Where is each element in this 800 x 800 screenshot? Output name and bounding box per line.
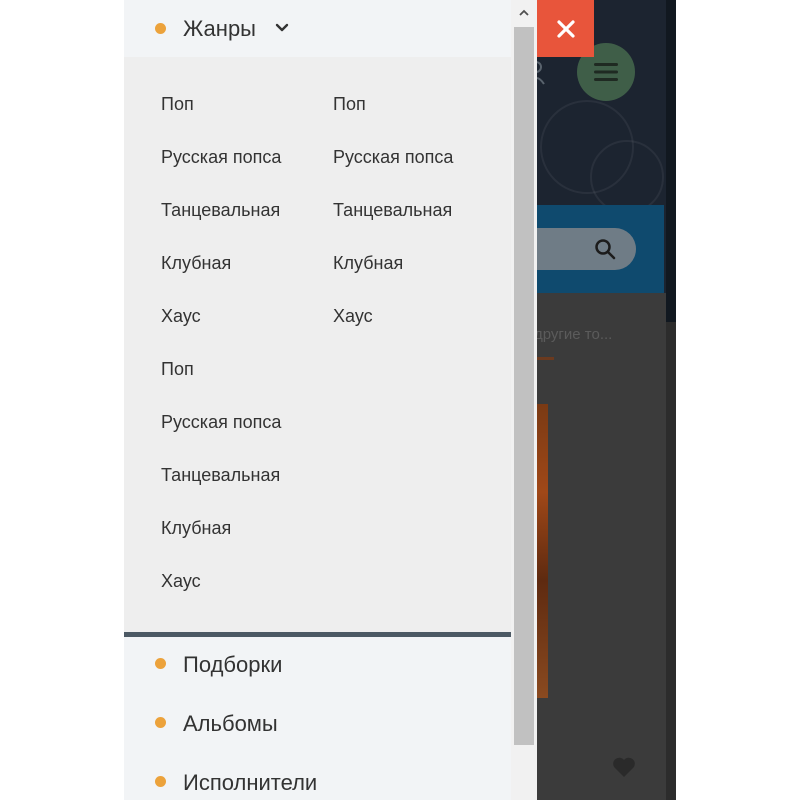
bullet-dot-icon [155, 23, 166, 34]
scroll-up-button[interactable] [511, 0, 537, 24]
menu-item-label: Исполнители [183, 770, 318, 795]
background-faded-text: другие то... [534, 326, 613, 343]
genre-link[interactable]: Хаус [333, 290, 503, 343]
menu-item-albums[interactable]: Альбомы [124, 697, 511, 755]
menu-sections: Подборки Альбомы Исполнители [124, 637, 511, 800]
genre-link[interactable]: Хаус [161, 555, 331, 608]
heart-icon[interactable] [612, 756, 636, 778]
genre-link[interactable]: Клубная [333, 237, 503, 290]
genre-list-column-b: Поп Русская попса Танцевальная Клубная Х… [333, 78, 503, 343]
close-menu-button[interactable] [537, 0, 594, 57]
genre-link[interactable]: Русская попса [333, 131, 503, 184]
background-edge-top [666, 0, 676, 322]
search-icon[interactable] [594, 238, 616, 260]
menu-item-collections[interactable]: Подборки [124, 638, 511, 696]
genre-link[interactable]: Танцевальная [333, 184, 503, 237]
genre-link[interactable]: Поп [161, 78, 331, 131]
close-icon [556, 19, 575, 38]
genre-link[interactable]: Русская попса [161, 396, 331, 449]
bullet-dot-icon [155, 717, 166, 728]
menu-item-label: Альбомы [183, 711, 278, 736]
header-decoration [590, 140, 664, 214]
bullet-dot-icon [155, 658, 166, 669]
genre-link[interactable]: Клубная [161, 502, 331, 555]
background-body [530, 293, 676, 800]
menu-item-artists[interactable]: Исполнители [124, 756, 511, 800]
genre-link[interactable]: Русская попса [161, 131, 331, 184]
genres-section-title: Жанры [183, 16, 256, 41]
genre-link[interactable]: Танцевальная [161, 449, 331, 502]
search-input[interactable] [530, 228, 636, 270]
hamburger-menu-icon [594, 63, 618, 81]
genre-link[interactable]: Поп [161, 343, 331, 396]
chevron-down-icon[interactable] [275, 22, 289, 34]
side-menu: Жанры Поп Русская попса Танцевальная Клу… [124, 0, 511, 800]
bullet-dot-icon [155, 776, 166, 787]
app-screen: другие то... Жанры Поп Русская попса Тан… [0, 0, 800, 800]
menu-scrollbar[interactable] [511, 0, 537, 800]
scroll-up-arrow-icon [519, 9, 529, 16]
genre-list-column-a: Поп Русская попса Танцевальная Клубная Х… [161, 78, 331, 608]
scrollbar-thumb[interactable] [514, 27, 534, 745]
genre-link[interactable]: Танцевальная [161, 184, 331, 237]
menu-item-label: Подборки [183, 652, 283, 677]
background-page: другие то... [530, 0, 676, 800]
genre-link[interactable]: Клубная [161, 237, 331, 290]
genres-section-header[interactable]: Жанры [124, 0, 511, 57]
genre-link[interactable]: Поп [333, 78, 503, 131]
genre-link[interactable]: Хаус [161, 290, 331, 343]
